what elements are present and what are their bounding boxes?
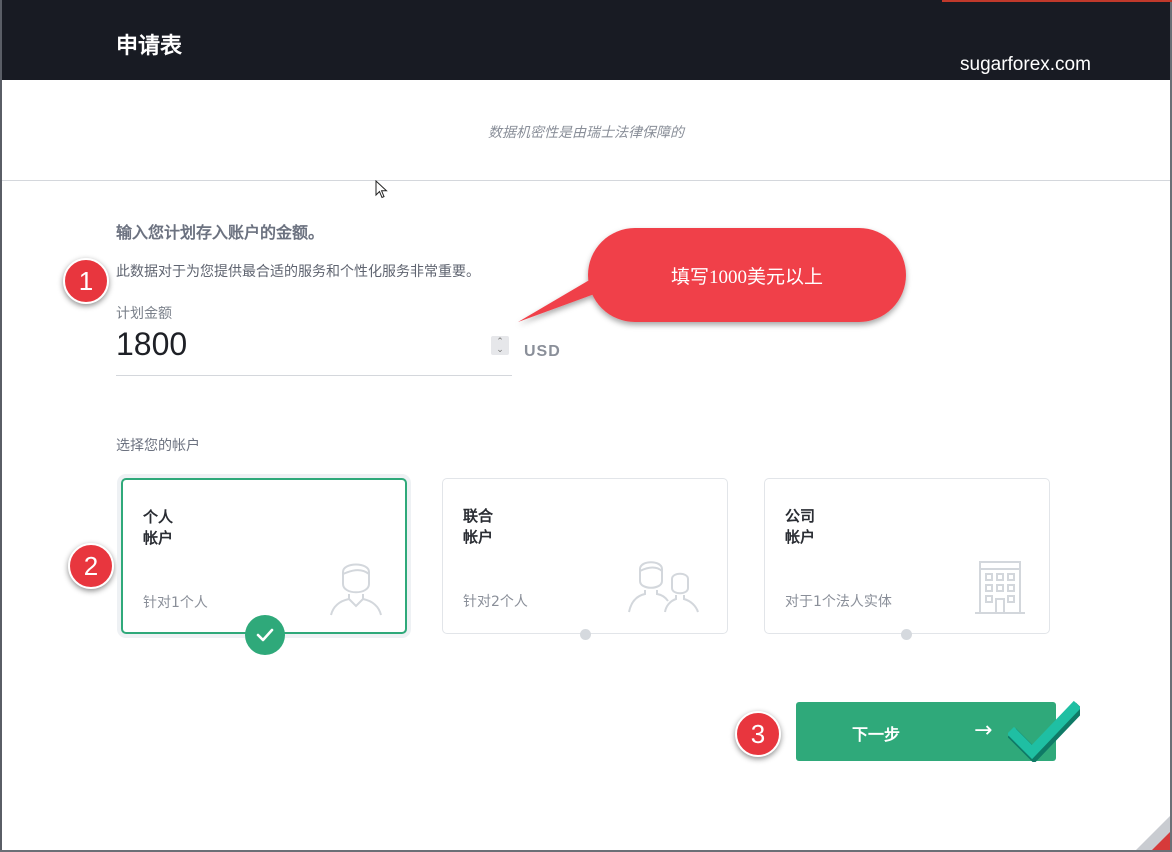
unselected-indicator	[901, 629, 912, 640]
card-description: 对于1个法人实体	[785, 594, 892, 610]
form-header: 申请表 sugarforex.com	[2, 0, 1170, 80]
card-title: 公司 帐户	[785, 507, 816, 546]
unselected-indicator	[580, 629, 591, 640]
window-accent-edge	[942, 0, 1172, 2]
page-title: 申请表	[116, 34, 183, 59]
person-icon	[330, 563, 382, 616]
building-icon	[975, 561, 1025, 614]
site-watermark: sugarforex.com	[960, 54, 1091, 75]
account-card-personal[interactable]: 个人 帐户 针对1个人	[121, 478, 407, 634]
header-divider	[2, 180, 1170, 181]
card-title: 联合 帐户	[463, 507, 494, 546]
amount-input[interactable]: 1800	[116, 326, 187, 363]
stepper-down-icon[interactable]: ⌄	[496, 345, 504, 354]
account-section-label: 选择您的帐户	[116, 438, 200, 454]
step-badge-1: 1	[63, 258, 109, 304]
amount-section-description: 此数据对于为您提供最合适的服务和个性化服务非常重要。	[116, 264, 480, 280]
account-card-joint[interactable]: 联合 帐户 针对2个人	[442, 478, 728, 634]
amount-section-title: 输入您计划存入账户的金额。	[116, 223, 325, 242]
two-people-icon	[628, 561, 699, 613]
amount-input-underline	[116, 375, 512, 376]
selected-check-icon	[245, 615, 285, 655]
step-badge-2: 2	[68, 543, 114, 589]
mouse-cursor-icon	[375, 180, 388, 199]
currency-label: USD	[524, 343, 561, 360]
account-card-company[interactable]: 公司 帐户 对于1个法人实体	[764, 478, 1050, 634]
next-step-label: 下一步	[852, 725, 901, 744]
big-checkmark-icon	[1008, 700, 1080, 762]
card-description: 针对1个人	[143, 595, 208, 611]
privacy-note: 数据机密性是由瑞士法律保障的	[488, 125, 684, 141]
resize-grip-icon[interactable]	[1136, 816, 1170, 850]
card-title: 个人 帐户	[143, 508, 174, 547]
arrow-right-icon: →	[974, 718, 993, 743]
card-description: 针对2个人	[463, 594, 528, 610]
step-badge-3: 3	[735, 711, 781, 757]
amount-stepper[interactable]: ⌃ ⌄	[491, 336, 509, 355]
amount-field-label: 计划金额	[116, 306, 172, 322]
callout-text: 填写1000美元以上	[670, 267, 823, 288]
